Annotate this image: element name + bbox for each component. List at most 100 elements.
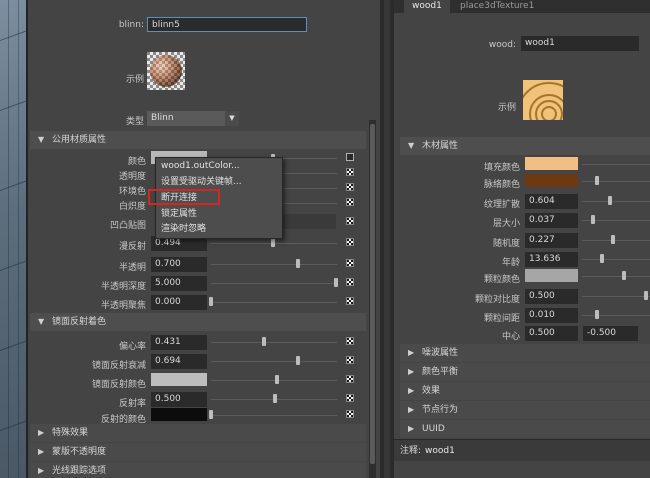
reflectivity-map-button[interactable] [346,394,354,402]
specular-rolloff-value[interactable]: 0.694 [151,354,207,369]
ambient-map-button[interactable] [346,183,354,191]
grain-color-swatch[interactable] [525,269,578,282]
vein-color-slider[interactable] [595,176,599,185]
panel-splitter[interactable] [380,0,394,478]
layer-size-value[interactable]: 0.037 [525,213,578,228]
triangle-right-icon: ▶ [408,386,415,395]
row-label: 颗粒间距 [483,314,520,324]
menu-item-ignore-when-rendering[interactable]: 渲染时忽略 [161,223,206,236]
translucence-focus-map-button[interactable] [346,297,354,305]
center-u-value[interactable]: 0.500 [525,326,578,341]
translucence-map-button[interactable] [346,259,354,267]
vein-color-swatch[interactable] [525,174,578,187]
spec-section-label: 镜面反射着色 [52,317,107,327]
row-label: 颗粒对比度 [474,295,520,305]
effects-section[interactable]: ▶ 效果 [400,382,650,400]
menu-item-lock-attribute[interactable]: 锁定属性 [161,208,197,221]
translucence-focus-slider[interactable] [209,297,213,306]
blinn-name-field[interactable]: blinn5 [147,17,307,32]
common-material-section[interactable]: ▼ 公用材质属性 [30,131,366,149]
randomness-value[interactable]: 0.227 [525,233,578,248]
collapsed-section-label: 节点行为 [422,405,459,415]
notes-area[interactable] [394,461,650,478]
specular-rolloff-map-button[interactable] [346,356,354,364]
vein-spread-slider[interactable] [608,196,612,205]
diffuse-map-button[interactable] [346,238,354,246]
type-dropdown[interactable]: Blinn ▼ [147,111,239,126]
uuid-section[interactable]: ▶ UUID [400,420,650,438]
translucence-depth-slider[interactable] [334,278,338,287]
bump-map-button[interactable] [346,217,354,225]
row-label: 漫反射 [118,242,146,252]
highlight-box [148,189,220,205]
triangle-right-icon: ▶ [408,424,415,433]
row-label: 半透明深度 [100,282,146,292]
tab-wood1[interactable]: wood1 [404,0,450,13]
color-balance-section[interactable]: ▶ 颜色平衡 [400,363,650,381]
randomness-slider[interactable] [611,235,615,244]
grain-contrast-value[interactable]: 0.500 [525,289,578,304]
eccentricity-map-button[interactable] [346,337,354,345]
center-v-value[interactable]: -0.500 [583,326,638,341]
collapsed-section-label: 效果 [422,386,441,396]
tab-place3dtexture1[interactable]: place3dTexture1 [452,0,542,13]
eccentricity-slider[interactable] [262,337,266,346]
reflected-color-slider[interactable] [209,410,213,419]
bump-map-field[interactable] [278,214,336,229]
translucence-depth-value[interactable]: 5.000 [151,276,207,291]
reflected-color-map-button[interactable] [346,410,354,418]
layer-size-slider[interactable] [591,215,595,224]
vein-spread-value[interactable]: 0.604 [525,194,578,209]
special-effects-section[interactable]: ▶ 特殊效果 [30,424,366,442]
specular-color-swatch[interactable] [151,373,207,386]
menu-item-connection[interactable]: wood1.outColor... [161,160,240,173]
matte-opacity-section[interactable]: ▶ 蒙版不透明度 [30,443,366,461]
translucence-value[interactable]: 0.700 [151,257,207,272]
row-label: 颜色 [127,157,146,167]
incandescence-map-button[interactable] [346,198,354,206]
blinn-name-label: blinn: [118,20,144,30]
grain-spacing-value[interactable]: 0.010 [525,308,578,323]
age-value[interactable]: 13.636 [525,252,578,267]
specular-shading-section[interactable]: ▼ 镜面反射着色 [30,313,366,331]
tab-bar: wood1 place3dTexture1 [394,0,650,13]
blinn-attribute-panel: blinn: blinn5 示例 类型 Blinn ▼ ▼ 公用材质属性 颜色 … [28,0,380,478]
collapsed-section-label: 蒙版不透明度 [52,447,107,457]
translucence-slider[interactable] [296,259,300,268]
filler-color-swatch[interactable] [525,157,578,170]
menu-item-set-driven-key[interactable]: 设置受驱动关键帧... [161,176,242,189]
translucence-focus-value[interactable]: 0.000 [151,295,207,310]
noise-attributes-section[interactable]: ▶ 噪波属性 [400,344,650,362]
reflectivity-slider[interactable] [273,394,277,403]
wood-section-label: 木材属性 [422,141,459,151]
color-map-button[interactable] [346,153,354,161]
diffuse-slider[interactable] [271,238,275,247]
grain-contrast-slider[interactable] [644,291,648,300]
grain-color-slider[interactable] [622,271,626,280]
reflectivity-value[interactable]: 0.500 [151,392,207,407]
blinn-swatch-preview[interactable] [147,52,185,90]
wood-swatch-preview[interactable] [523,80,563,120]
transparency-map-button[interactable] [346,168,354,176]
viewport-strip[interactable] [0,0,26,478]
wood-name-field[interactable]: wood1 [521,36,639,51]
specular-color-map-button[interactable] [346,375,354,383]
reflected-color-swatch[interactable] [151,408,207,421]
blinn-sample-label: 示例 [125,75,144,85]
collapsed-section-label: 光线跟踪选项 [52,466,107,476]
row-label: 层大小 [492,219,520,229]
wood-attributes-section[interactable]: ▼ 木材属性 [400,137,650,155]
eccentricity-value[interactable]: 0.431 [151,335,207,350]
node-behavior-section[interactable]: ▶ 节点行为 [400,401,650,419]
triangle-right-icon: ▶ [408,405,415,414]
type-dropdown-value: Blinn [151,113,174,123]
row-label: 年龄 [501,258,520,268]
specular-rolloff-slider[interactable] [296,356,300,365]
age-slider[interactable] [600,254,604,263]
notes-bar[interactable]: 注释: wood1 [394,439,650,461]
raytrace-options-section[interactable]: ▶ 光线跟踪选项 [30,462,366,478]
grain-spacing-slider[interactable] [595,310,599,319]
left-scrollbar[interactable] [369,120,376,478]
specular-color-slider[interactable] [275,375,279,384]
translucence-depth-map-button[interactable] [346,278,354,286]
